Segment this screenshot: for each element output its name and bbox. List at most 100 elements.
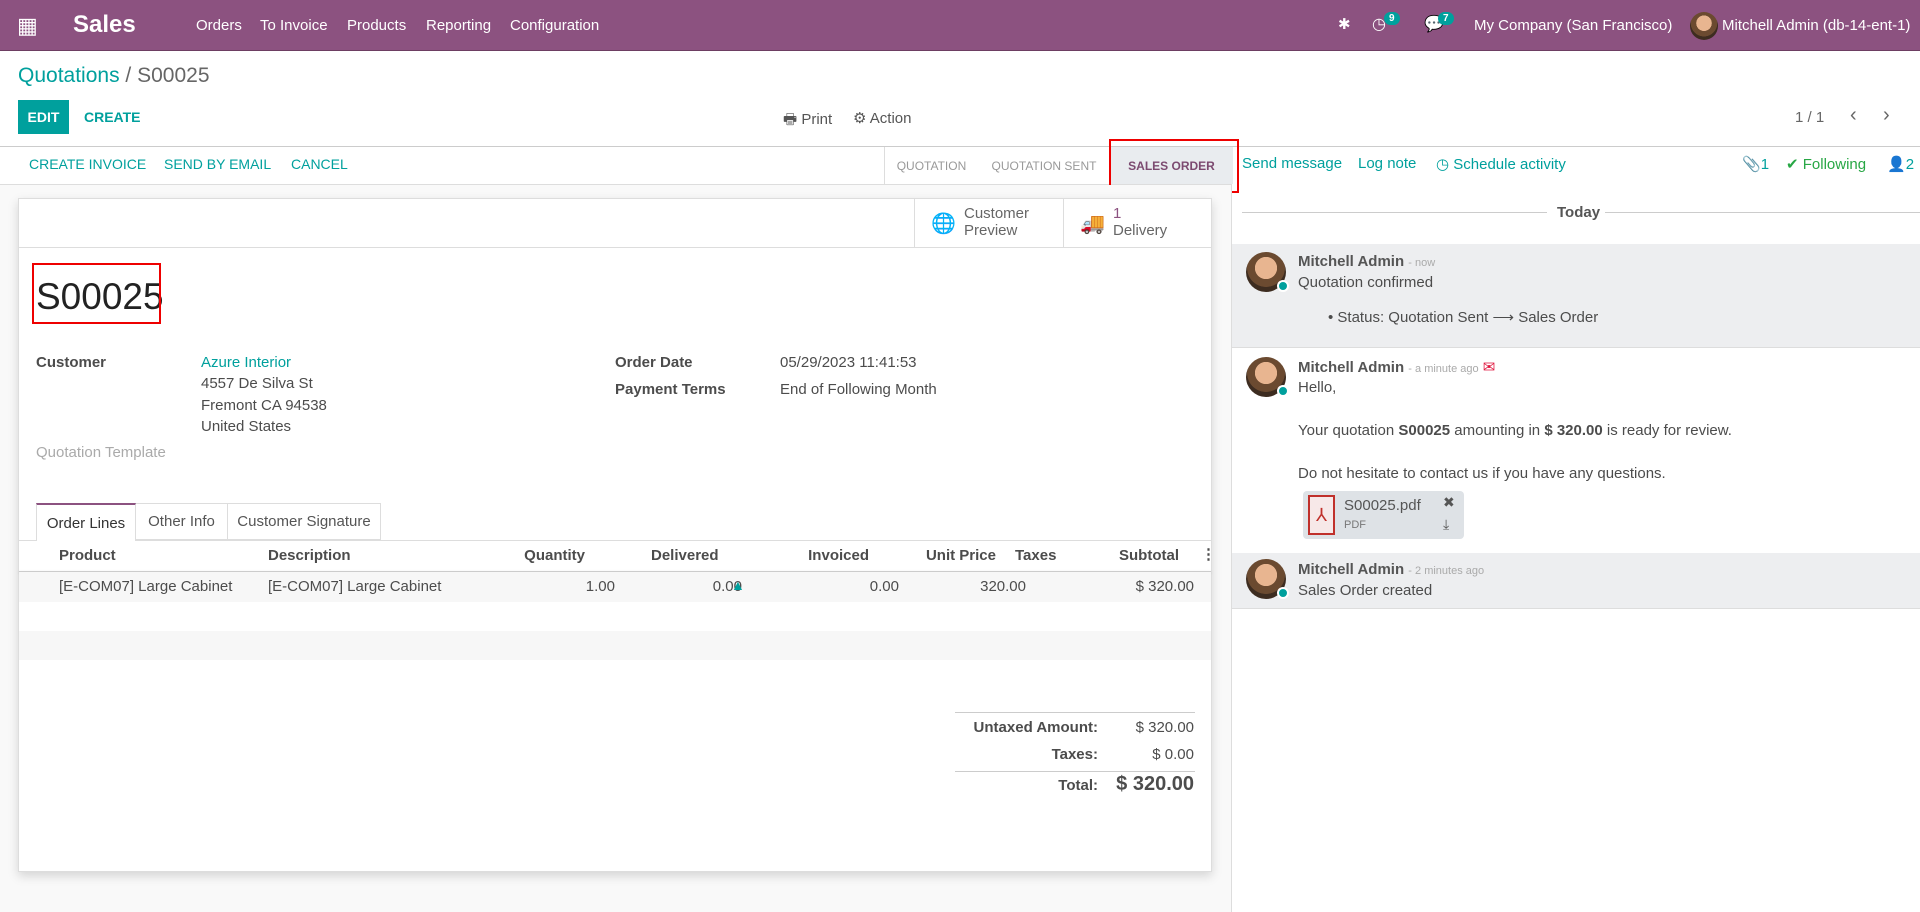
- customer-label: Customer: [36, 354, 107, 371]
- tab-customer-signature[interactable]: Customer Signature: [228, 503, 381, 540]
- remove-attachment-icon[interactable]: ✖: [1443, 494, 1455, 511]
- customer-link[interactable]: Azure Interior: [201, 354, 291, 371]
- message-date: - now: [1408, 257, 1436, 269]
- chatter-message: Mitchell Admin - 2 minutes ago Sales Ord…: [1232, 553, 1920, 609]
- user-icon: 👤: [1887, 156, 1906, 173]
- tab-other-info[interactable]: Other Info: [136, 503, 228, 540]
- menu-reporting[interactable]: Reporting: [426, 17, 491, 34]
- taxes-label: Taxes:: [1051, 746, 1098, 763]
- area-chart-icon[interactable]: ▲: [731, 577, 745, 593]
- cell-subtotal: $ 320.00: [1135, 578, 1194, 595]
- breadcrumb-quotations[interactable]: Quotations: [18, 64, 120, 87]
- breadcrumb-separator: /: [125, 64, 132, 87]
- menu-products[interactable]: Products: [347, 17, 406, 34]
- attachments-button[interactable]: 📎1: [1742, 155, 1769, 173]
- message-date: - a minute ago: [1408, 363, 1479, 375]
- col-taxes[interactable]: Taxes: [1015, 547, 1056, 564]
- send-message-button[interactable]: Send message: [1242, 155, 1342, 172]
- divider: [1605, 212, 1920, 213]
- author-avatar[interactable]: [1246, 559, 1289, 599]
- divider: [1242, 212, 1547, 213]
- delivery-button[interactable]: 🚚 1 Delivery: [1063, 199, 1212, 247]
- send-by-email-button[interactable]: SEND BY EMAIL: [164, 156, 271, 172]
- payment-terms-value: End of Following Month: [780, 381, 937, 398]
- col-product[interactable]: Product: [59, 547, 116, 564]
- debug-bug-icon[interactable]: ✱: [1338, 15, 1351, 33]
- attachment-name: S00025.pdf: [1344, 497, 1421, 514]
- quotation-template-label: Quotation Template: [36, 444, 166, 461]
- clock-icon: ◷: [1436, 156, 1450, 173]
- order-date-value: 05/29/2023 11:41:53: [780, 354, 917, 371]
- app-name[interactable]: Sales: [73, 11, 136, 39]
- attachment-type: PDF: [1344, 519, 1366, 531]
- user-menu[interactable]: Mitchell Admin (db-14-ent-1): [1722, 17, 1910, 34]
- followers-count: 2: [1905, 156, 1915, 173]
- create-invoice-button[interactable]: CREATE INVOICE: [29, 156, 146, 172]
- untaxed-label: Untaxed Amount:: [973, 719, 1098, 736]
- author-name[interactable]: Mitchell Admin: [1298, 561, 1404, 578]
- following-button[interactable]: ✔ Following: [1786, 155, 1866, 173]
- pager-next-icon[interactable]: ›: [1883, 104, 1890, 127]
- author-avatar[interactable]: [1246, 357, 1289, 397]
- apps-menu-icon[interactable]: ▦: [17, 13, 38, 39]
- address-line: United States: [201, 418, 292, 435]
- pager-previous-icon[interactable]: ‹: [1850, 104, 1857, 127]
- menu-configuration[interactable]: Configuration: [510, 17, 599, 34]
- cancel-button[interactable]: CANCEL: [291, 156, 348, 172]
- schedule-activity-button[interactable]: ◷ Schedule activity: [1436, 155, 1566, 173]
- download-icon[interactable]: ⤓: [1443, 516, 1449, 533]
- stage-quotation[interactable]: QUOTATION: [884, 147, 978, 184]
- print-button[interactable]: 🖶 Print: [783, 109, 832, 134]
- followers-button[interactable]: 👤2: [1887, 155, 1914, 173]
- company-switcher[interactable]: My Company (San Francisco): [1474, 17, 1672, 34]
- col-invoiced[interactable]: Invoiced: [808, 547, 869, 564]
- edit-button[interactable]: EDIT: [18, 100, 69, 134]
- message-count-badge: 7: [1438, 12, 1454, 25]
- optional-columns-icon[interactable]: ⋮: [1201, 545, 1216, 563]
- delivery-label: 1 Delivery: [1113, 205, 1168, 239]
- customer-preview-button[interactable]: 🌐 Customer Preview: [914, 199, 1063, 247]
- empty-row: [19, 631, 1211, 660]
- envelope-icon: ✉: [1482, 359, 1496, 376]
- total-label: Total:: [1058, 777, 1098, 794]
- menu-to-invoice[interactable]: To Invoice: [260, 17, 328, 34]
- schedule-activity-label: Schedule activity: [1453, 156, 1566, 173]
- attachment-card[interactable]: ⅄ S00025.pdf PDF ✖ ⤓: [1303, 491, 1464, 539]
- col-unit-price[interactable]: Unit Price: [926, 547, 996, 564]
- log-note-button[interactable]: Log note: [1358, 155, 1416, 172]
- tab-order-lines[interactable]: Order Lines: [36, 503, 136, 541]
- author-name[interactable]: Mitchell Admin: [1298, 359, 1404, 376]
- message-body: Quotation confirmed: [1298, 274, 1434, 291]
- cell-unit-price: 320.00: [980, 578, 1026, 595]
- divider: [955, 771, 1195, 772]
- col-subtotal[interactable]: Subtotal: [1119, 547, 1179, 564]
- col-delivered[interactable]: Delivered: [651, 547, 719, 564]
- table-row[interactable]: [E-COM07] Large Cabinet [E-COM07] Large …: [19, 572, 1211, 602]
- author-avatar[interactable]: [1246, 252, 1289, 292]
- address-line: Fremont CA 94538: [201, 397, 327, 414]
- cell-product: [E-COM07] Large Cabinet: [59, 578, 233, 595]
- truck-icon: 🚚: [1080, 213, 1105, 235]
- divider: [19, 247, 1211, 248]
- globe-icon: 🌐: [931, 213, 956, 235]
- top-navbar: ▦ Sales Orders To Invoice Products Repor…: [0, 0, 1920, 51]
- menu-orders[interactable]: Orders: [196, 17, 242, 34]
- create-button[interactable]: CREATE: [84, 109, 141, 125]
- author-name[interactable]: Mitchell Admin: [1298, 253, 1404, 270]
- message-header: Mitchell Admin - 2 minutes ago: [1298, 561, 1484, 578]
- message-greeting: Hello,: [1298, 379, 1337, 396]
- check-icon: ✔: [1786, 156, 1799, 173]
- gear-icon: ⚙: [853, 110, 867, 127]
- online-status-icon: [1277, 587, 1289, 599]
- print-label: Print: [801, 111, 833, 128]
- action-button[interactable]: ⚙ Action: [853, 109, 912, 127]
- message-date: - 2 minutes ago: [1408, 565, 1485, 577]
- col-description[interactable]: Description: [268, 547, 351, 564]
- address-line: 4557 De Silva St: [201, 375, 313, 392]
- total-value: $ 320.00: [1116, 773, 1194, 795]
- pager-value[interactable]: 1 / 1: [1795, 109, 1824, 126]
- user-avatar[interactable]: [1690, 12, 1718, 40]
- breadcrumb-current: S00025: [137, 64, 210, 87]
- col-quantity[interactable]: Quantity: [524, 547, 585, 564]
- stage-quotation-sent[interactable]: QUOTATION SENT: [978, 147, 1110, 184]
